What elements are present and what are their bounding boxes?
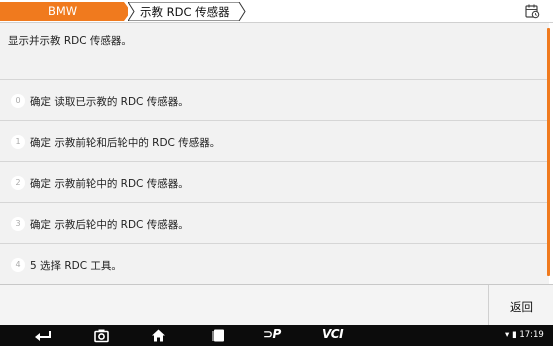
item-label: 确定 示教后轮中的 RDC 传感器。 (30, 219, 189, 231)
list-item[interactable]: 3 确定 示教后轮中的 RDC 传感器。 (0, 203, 549, 244)
vci-shortcut-icon[interactable]: VCI (322, 327, 344, 341)
action-bar: 返回 (0, 284, 553, 326)
list-item[interactable]: 2 确定 示教前轮中的 RDC 传感器。 (0, 162, 549, 203)
calendar-clock-icon[interactable] (524, 3, 540, 19)
breadcrumb-current-label: 示教 RDC 传感器 (140, 5, 230, 19)
description-panel: 显示并示教 RDC 传感器。 (0, 23, 549, 80)
item-label: 确定 读取已示教的 RDC 传感器。 (30, 96, 189, 108)
main-content: 显示并示教 RDC 传感器。 0 确定 读取已示教的 RDC 传感器。 1 确定… (0, 23, 549, 285)
breadcrumb-current-tab[interactable]: 示教 RDC 传感器 (128, 2, 246, 21)
description-text: 显示并示教 RDC 传感器。 (8, 35, 132, 47)
item-index-badge: 1 (11, 135, 25, 149)
list-item[interactable]: 0 确定 读取已示教的 RDC 传感器。 (0, 80, 549, 121)
top-bar: BMW 示教 RDC 传感器 (0, 0, 553, 23)
item-index-badge: 3 (11, 217, 25, 231)
camera-icon[interactable] (94, 328, 109, 343)
item-index-badge: 0 (11, 94, 25, 108)
breadcrumb-home-tab[interactable]: BMW (0, 2, 132, 21)
back-arrow-icon[interactable] (34, 328, 52, 343)
back-button-label: 返回 (510, 300, 533, 314)
dp-shortcut-icon[interactable]: ⊃P (263, 327, 281, 341)
system-nav-bar: ⊃P VCI ▾ ▮ 17:19 (0, 325, 553, 346)
option-list: 0 确定 读取已示教的 RDC 传感器。 1 确定 示教前轮和后轮中的 RDC … (0, 80, 549, 285)
item-index-badge: 2 (11, 176, 25, 190)
list-item[interactable]: 1 确定 示教前轮和后轮中的 RDC 传感器。 (0, 121, 549, 162)
home-icon[interactable] (151, 328, 166, 343)
list-item[interactable]: 4 5 选择 RDC 工具。 (0, 244, 549, 285)
item-label: 确定 示教前轮和后轮中的 RDC 传感器。 (30, 137, 221, 149)
item-label: 5 选择 RDC 工具。 (30, 260, 122, 272)
breadcrumb-home-label: BMW (48, 4, 78, 18)
item-index-badge: 4 (11, 258, 25, 272)
status-indicators: ▾ ▮ 17:19 (505, 330, 544, 340)
item-label: 确定 示教前轮中的 RDC 传感器。 (30, 178, 189, 190)
back-button[interactable]: 返回 (488, 285, 553, 326)
recent-apps-icon[interactable] (211, 328, 226, 343)
vertical-scrollbar[interactable] (547, 28, 550, 276)
